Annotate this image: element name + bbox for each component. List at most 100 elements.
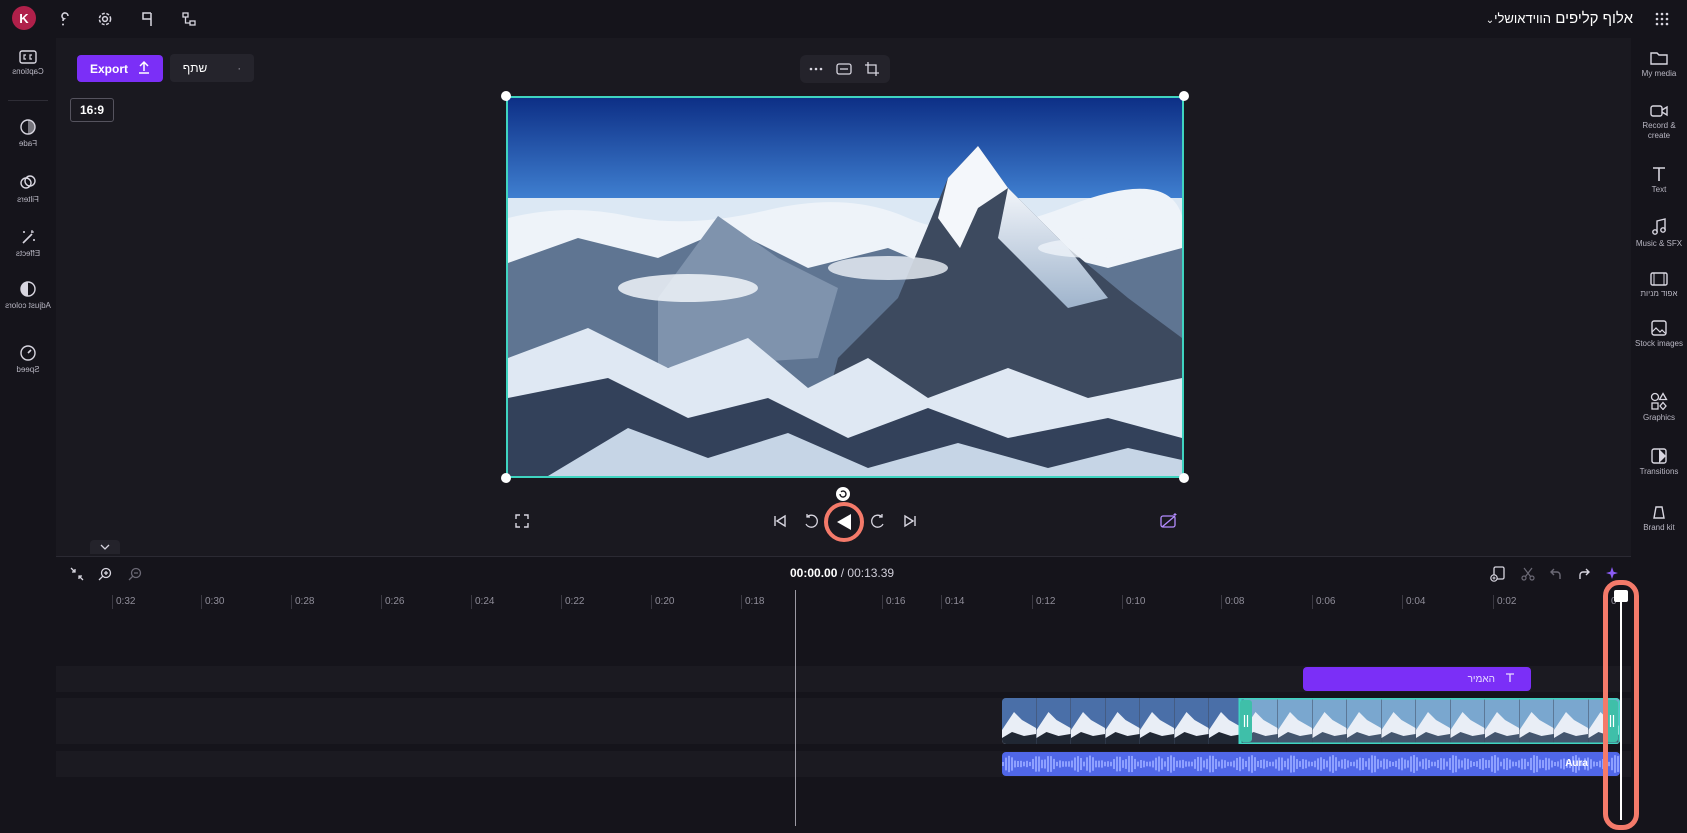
- timecode-readout: 00:00.00 / 00:13.39: [790, 566, 895, 580]
- settings-gear-icon[interactable]: [94, 8, 116, 30]
- video-preview[interactable]: [506, 96, 1184, 478]
- right-rail-record-create[interactable]: Record & create: [1631, 104, 1687, 141]
- ruler-tick: 0:12: [1031, 595, 1056, 609]
- camera-icon: [1631, 104, 1687, 118]
- right-rail-stock-images[interactable]: Stock images: [1631, 320, 1687, 349]
- left-rail-captions[interactable]: Captions: [0, 50, 56, 77]
- user-avatar[interactable]: K: [12, 6, 36, 30]
- right-rail-my-media[interactable]: My media: [1631, 50, 1687, 79]
- ruler-tick: 0:30: [200, 595, 225, 609]
- ruler-tick: 0:24: [470, 595, 495, 609]
- rotate-icon[interactable]: [836, 487, 850, 501]
- folder-icon: [1631, 50, 1687, 66]
- left-toolbar: Captions Fade Filters Effects Adjust col…: [0, 38, 57, 556]
- rewind-5s-icon[interactable]: [800, 510, 822, 532]
- share-button[interactable]: שתף ·: [170, 54, 254, 82]
- crop-icon[interactable]: [862, 60, 882, 78]
- skip-to-end-icon[interactable]: [899, 510, 921, 532]
- add-media-icon[interactable]: [1487, 563, 1509, 585]
- zoom-out-icon[interactable]: [124, 563, 146, 585]
- audio-clip-label: Aura: [1565, 758, 1588, 769]
- brand-kit-icon: [1631, 504, 1687, 520]
- adjust-colors-icon: [0, 280, 56, 298]
- resize-handle-top-left[interactable]: [501, 91, 511, 101]
- help-icon[interactable]: [54, 8, 76, 30]
- transitions-icon: [1631, 448, 1687, 464]
- clip-trim-handle-left-icon[interactable]: [1240, 700, 1252, 742]
- workflow-icon[interactable]: [178, 8, 200, 30]
- ruler-tick: 0:06: [1311, 595, 1336, 609]
- ruler-tick: 0:26: [380, 595, 405, 609]
- ruler-tick: 0:18: [740, 595, 765, 609]
- left-rail-effects[interactable]: Effects: [0, 228, 56, 259]
- speed-icon: [0, 344, 56, 362]
- redo-icon[interactable]: [1573, 563, 1595, 585]
- ruler-tick: 0:08: [1220, 595, 1245, 609]
- play-button[interactable]: [824, 502, 864, 542]
- left-rail-adjust-colors[interactable]: Adjust colors: [0, 280, 56, 311]
- left-rail-speed[interactable]: Speed: [0, 344, 56, 375]
- fit-icon[interactable]: [834, 60, 854, 78]
- play-icon: [837, 514, 851, 530]
- aspect-ratio-button[interactable]: 16:9: [70, 98, 114, 122]
- video-clip-thumbnails: [1002, 698, 1620, 744]
- split-scissors-icon[interactable]: [1517, 563, 1539, 585]
- ruler-tick: 0:02: [1492, 595, 1517, 609]
- mountain-scene-image: [508, 98, 1182, 476]
- ruler-tick: 0:32: [111, 595, 136, 609]
- ruler-tick: 0:20: [650, 595, 675, 609]
- collapse-preview-chevron-icon[interactable]: [90, 540, 120, 554]
- playhead-line[interactable]: [1620, 590, 1622, 820]
- right-rail-text[interactable]: Text: [1631, 166, 1687, 195]
- resize-handle-top-right[interactable]: [1179, 91, 1189, 101]
- resize-handle-bottom-left[interactable]: [501, 473, 511, 483]
- audio-clip[interactable]: Aura: [1002, 752, 1620, 776]
- my-videos-dropdown[interactable]: ⌄הווידאושלי: [1486, 11, 1551, 26]
- right-rail-music-sfx[interactable]: Music & SFX: [1631, 218, 1687, 249]
- ruler-tick: 0:14: [940, 595, 965, 609]
- chevron-down-icon: ⌄: [1485, 15, 1495, 26]
- upload-arrow-icon: [138, 60, 150, 77]
- text-icon: [1631, 166, 1687, 182]
- filters-icon: [0, 174, 56, 192]
- text-clip[interactable]: האמיר: [1303, 667, 1531, 691]
- timeline-cursor-line: [795, 590, 796, 826]
- video-clip[interactable]: [1002, 698, 1620, 744]
- top-bar: [0, 0, 1687, 39]
- undo-icon[interactable]: [1545, 563, 1567, 585]
- rail-divider: [8, 100, 48, 101]
- flag-icon[interactable]: [136, 8, 158, 30]
- effects-wand-icon: [0, 228, 56, 246]
- image-icon: [1631, 320, 1687, 336]
- audio-waveform: [1002, 755, 1619, 773]
- film-icon: [1631, 272, 1687, 286]
- timeline-ruler[interactable]: 0:32 0:30 0:28 0:26 0:24 0:22 0:20 0:18 …: [56, 590, 1631, 612]
- left-rail-filters[interactable]: Filters: [0, 174, 56, 205]
- ruler-tick: 0:22: [560, 595, 585, 609]
- shapes-icon: [1631, 392, 1687, 410]
- ruler-tick: 0:28: [290, 595, 315, 609]
- fade-icon: [0, 118, 56, 136]
- magic-edit-icon[interactable]: [1158, 510, 1180, 532]
- ruler-tick: 0:04: [1401, 595, 1426, 609]
- fit-timeline-icon[interactable]: [66, 563, 88, 585]
- right-rail-graphics[interactable]: Graphics: [1631, 392, 1687, 423]
- right-rail-transitions[interactable]: Transitions: [1631, 448, 1687, 477]
- app-grid-icon[interactable]: [1651, 8, 1673, 30]
- forward-5s-icon[interactable]: [867, 510, 889, 532]
- ruler-tick: 0:10: [1121, 595, 1146, 609]
- fullscreen-icon[interactable]: [511, 510, 533, 532]
- export-button[interactable]: Export: [77, 55, 163, 82]
- right-rail-brand-kit[interactable]: Brand kit: [1631, 504, 1687, 533]
- more-options-icon[interactable]: [806, 60, 826, 78]
- text-icon: [1505, 672, 1515, 686]
- resize-handle-bottom-right[interactable]: [1179, 473, 1189, 483]
- captions-icon: [0, 50, 56, 64]
- music-icon: [1631, 218, 1687, 236]
- left-rail-fade[interactable]: Fade: [0, 118, 56, 149]
- zoom-in-icon[interactable]: [94, 563, 116, 585]
- skip-to-start-icon[interactable]: [769, 510, 791, 532]
- right-rail-stock-video[interactable]: אפוד מניות: [1631, 272, 1687, 299]
- playhead-handle[interactable]: [1614, 590, 1628, 602]
- project-title[interactable]: אלוף קליפים: [1555, 10, 1633, 27]
